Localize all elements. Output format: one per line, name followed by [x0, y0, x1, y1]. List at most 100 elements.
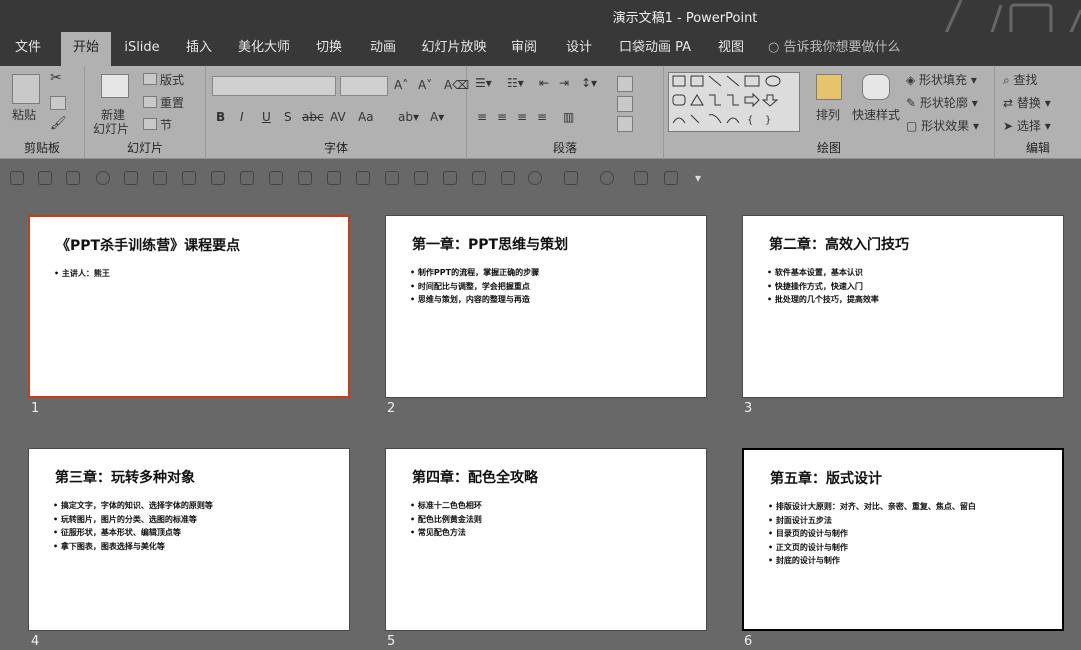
tab-pocket-animation[interactable]: 口袋动画 PA: [615, 32, 695, 66]
tab-review[interactable]: 审阅: [503, 32, 545, 66]
tell-me-search[interactable]: ○ 告诉我你想要做什么: [768, 32, 908, 66]
clock-icon[interactable]: [528, 171, 542, 185]
align-middle-objects-icon[interactable]: [385, 171, 399, 185]
paint-bucket-icon: ◈: [906, 73, 920, 87]
eyedropper-icon[interactable]: [10, 171, 24, 185]
quick-styles-button[interactable]: 快速样式: [852, 106, 900, 123]
font-color-icon[interactable]: A▾: [430, 110, 444, 124]
slide-bullets: 搞定文字，字体的知识、选择字体的原则等 玩转图片，图片的分类、选图的标准等 征服…: [53, 499, 213, 553]
align-top-objects-icon[interactable]: [298, 171, 312, 185]
reset-button[interactable]: 重置: [160, 94, 184, 111]
select-button[interactable]: ➤ 选择 ▾: [1003, 117, 1051, 134]
columns-icon[interactable]: ▥: [563, 110, 574, 124]
strikethrough-button[interactable]: abc: [302, 110, 324, 124]
ungroup-objects-icon[interactable]: [472, 171, 486, 185]
undo-icon[interactable]: [600, 171, 614, 185]
crop-icon[interactable]: [634, 171, 648, 185]
smartart-icon[interactable]: [617, 116, 633, 132]
redo-icon[interactable]: [96, 171, 110, 185]
distribute-vertical-icon[interactable]: [356, 171, 370, 185]
text-direction-icon[interactable]: [617, 76, 633, 92]
slide-thumbnail[interactable]: 《PPT杀手训练营》课程要点 主讲人：熊王: [28, 215, 350, 398]
tab-file[interactable]: 文件: [8, 32, 48, 66]
eyedropper-3-icon[interactable]: [66, 171, 80, 185]
decrease-font-icon[interactable]: A˅: [418, 78, 432, 92]
clear-format-icon[interactable]: A⌫: [444, 78, 469, 92]
italic-button[interactable]: I: [240, 110, 244, 124]
tab-view[interactable]: 视图: [710, 32, 752, 66]
eyedropper-2-icon[interactable]: [38, 171, 52, 185]
slide-bullets: 排版设计大原则：对齐、对比、亲密、重复、焦点、留白 封面设计五步法 目录页的设计…: [768, 500, 976, 568]
justify-icon[interactable]: ≡: [537, 110, 547, 124]
slide-bullet: 软件基本设置，基本认识: [767, 266, 879, 280]
align-center-objects-icon[interactable]: [211, 171, 225, 185]
tab-slideshow[interactable]: 幻灯片放映: [419, 32, 489, 66]
quick-styles-icon[interactable]: [862, 74, 890, 100]
group-clipboard-label: 剪贴板: [23, 141, 60, 155]
align-right-objects-icon[interactable]: [269, 171, 283, 185]
find-button[interactable]: ⌕ 查找: [1003, 71, 1038, 88]
tab-home[interactable]: 开始: [61, 32, 111, 66]
new-slide-label-2[interactable]: 幻灯片: [93, 120, 129, 137]
shapes-gallery[interactable]: {}: [668, 72, 800, 132]
format-painter-icon[interactable]: 🖌: [50, 116, 67, 131]
tab-design[interactable]: 设计: [558, 32, 600, 66]
line-spacing-icon[interactable]: ↕▾: [581, 76, 597, 90]
align-left-objects-icon[interactable]: [182, 171, 196, 185]
new-slide-icon[interactable]: [101, 74, 129, 98]
align-left-icon[interactable]: ≡: [477, 110, 487, 124]
paste-button[interactable]: 粘贴: [12, 106, 36, 123]
shape-outline-button[interactable]: ✎ 形状轮廓 ▾: [906, 94, 978, 111]
replace-button[interactable]: ⇄ 替换 ▾: [1003, 94, 1051, 111]
slide-bullet: 排版设计大原则：对齐、对比、亲密、重复、焦点、留白: [768, 500, 976, 514]
arrange-button[interactable]: 排列: [816, 106, 840, 123]
shadow-button[interactable]: S: [284, 110, 292, 124]
save-icon[interactable]: [124, 171, 138, 185]
presenter-icon[interactable]: [414, 171, 428, 185]
shape-fill-button[interactable]: ◈ 形状填充 ▾: [906, 71, 977, 88]
layout-button[interactable]: 版式: [160, 71, 184, 88]
slide-thumbnail[interactable]: 第二章：高效入门技巧 软件基本设置，基本认识 快捷操作方式，快速入门 批处理的几…: [742, 215, 1064, 398]
distribute-horizontal-icon[interactable]: [327, 171, 341, 185]
tab-insert[interactable]: 插入: [178, 32, 220, 66]
customize-qat-icon[interactable]: ▾: [695, 171, 701, 185]
numbering-icon[interactable]: ☷▾: [507, 76, 524, 90]
char-spacing-button[interactable]: AV: [330, 110, 346, 124]
group-editing-label: 编辑: [1025, 141, 1050, 155]
decrease-indent-icon[interactable]: ⇤: [539, 76, 549, 90]
paste-icon[interactable]: [12, 74, 40, 104]
textbox-icon[interactable]: [564, 171, 578, 185]
bold-button[interactable]: B: [216, 110, 225, 124]
slideshow-icon[interactable]: [153, 171, 167, 185]
bullets-icon[interactable]: ☰▾: [475, 76, 492, 90]
highlight-color-icon[interactable]: ab▾: [398, 110, 419, 124]
section-button[interactable]: 节: [160, 116, 172, 133]
group-drawing: {} 排列 快速样式 ◈ 形状填充 ▾ ✎ 形状轮廓 ▾ ▢ 形状效果 ▾ 绘图: [664, 66, 995, 158]
change-case-button[interactable]: Aa: [358, 110, 374, 124]
tab-beautify-master[interactable]: 美化大师: [235, 32, 293, 66]
align-center-icon[interactable]: ≡: [497, 110, 507, 124]
shape-effects-button[interactable]: ▢ 形状效果 ▾: [906, 117, 979, 134]
slide-thumbnail[interactable]: 第三章：玩转多种对象 搞定文字，字体的知识、选择字体的原则等 玩转图片，图片的分…: [28, 448, 350, 631]
tab-islide[interactable]: iSlide: [120, 32, 164, 66]
underline-button[interactable]: U: [262, 110, 271, 124]
brush-icon[interactable]: [664, 171, 678, 185]
tab-transitions[interactable]: 切换: [308, 32, 350, 66]
group-objects-icon[interactable]: [443, 171, 457, 185]
font-family-select[interactable]: [212, 76, 336, 96]
font-size-select[interactable]: [340, 76, 388, 96]
increase-font-icon[interactable]: A˄: [394, 78, 408, 92]
slide-thumbnail[interactable]: 第一章：PPT思维与策划 制作PPT的流程，掌握正确的步骤 时间配比与调整，学会…: [385, 215, 707, 398]
slide-number: 1: [31, 401, 40, 416]
tab-animations[interactable]: 动画: [362, 32, 404, 66]
slide-thumbnail[interactable]: 第四章：配色全攻略 标准十二色色相环 配色比例黄金法则 常见配色方法: [385, 448, 707, 631]
align-text-icon[interactable]: [617, 96, 633, 112]
align-bottom-objects-icon[interactable]: [240, 171, 254, 185]
arrange-icon[interactable]: [816, 74, 842, 100]
cut-icon[interactable]: ✂: [50, 70, 62, 86]
slide-bullet: 配色比例黄金法则: [410, 513, 482, 527]
copy-icon[interactable]: [50, 96, 66, 110]
keyboard-icon[interactable]: [501, 171, 515, 185]
align-right-icon[interactable]: ≡: [517, 110, 527, 124]
increase-indent-icon[interactable]: ⇥: [559, 76, 569, 90]
